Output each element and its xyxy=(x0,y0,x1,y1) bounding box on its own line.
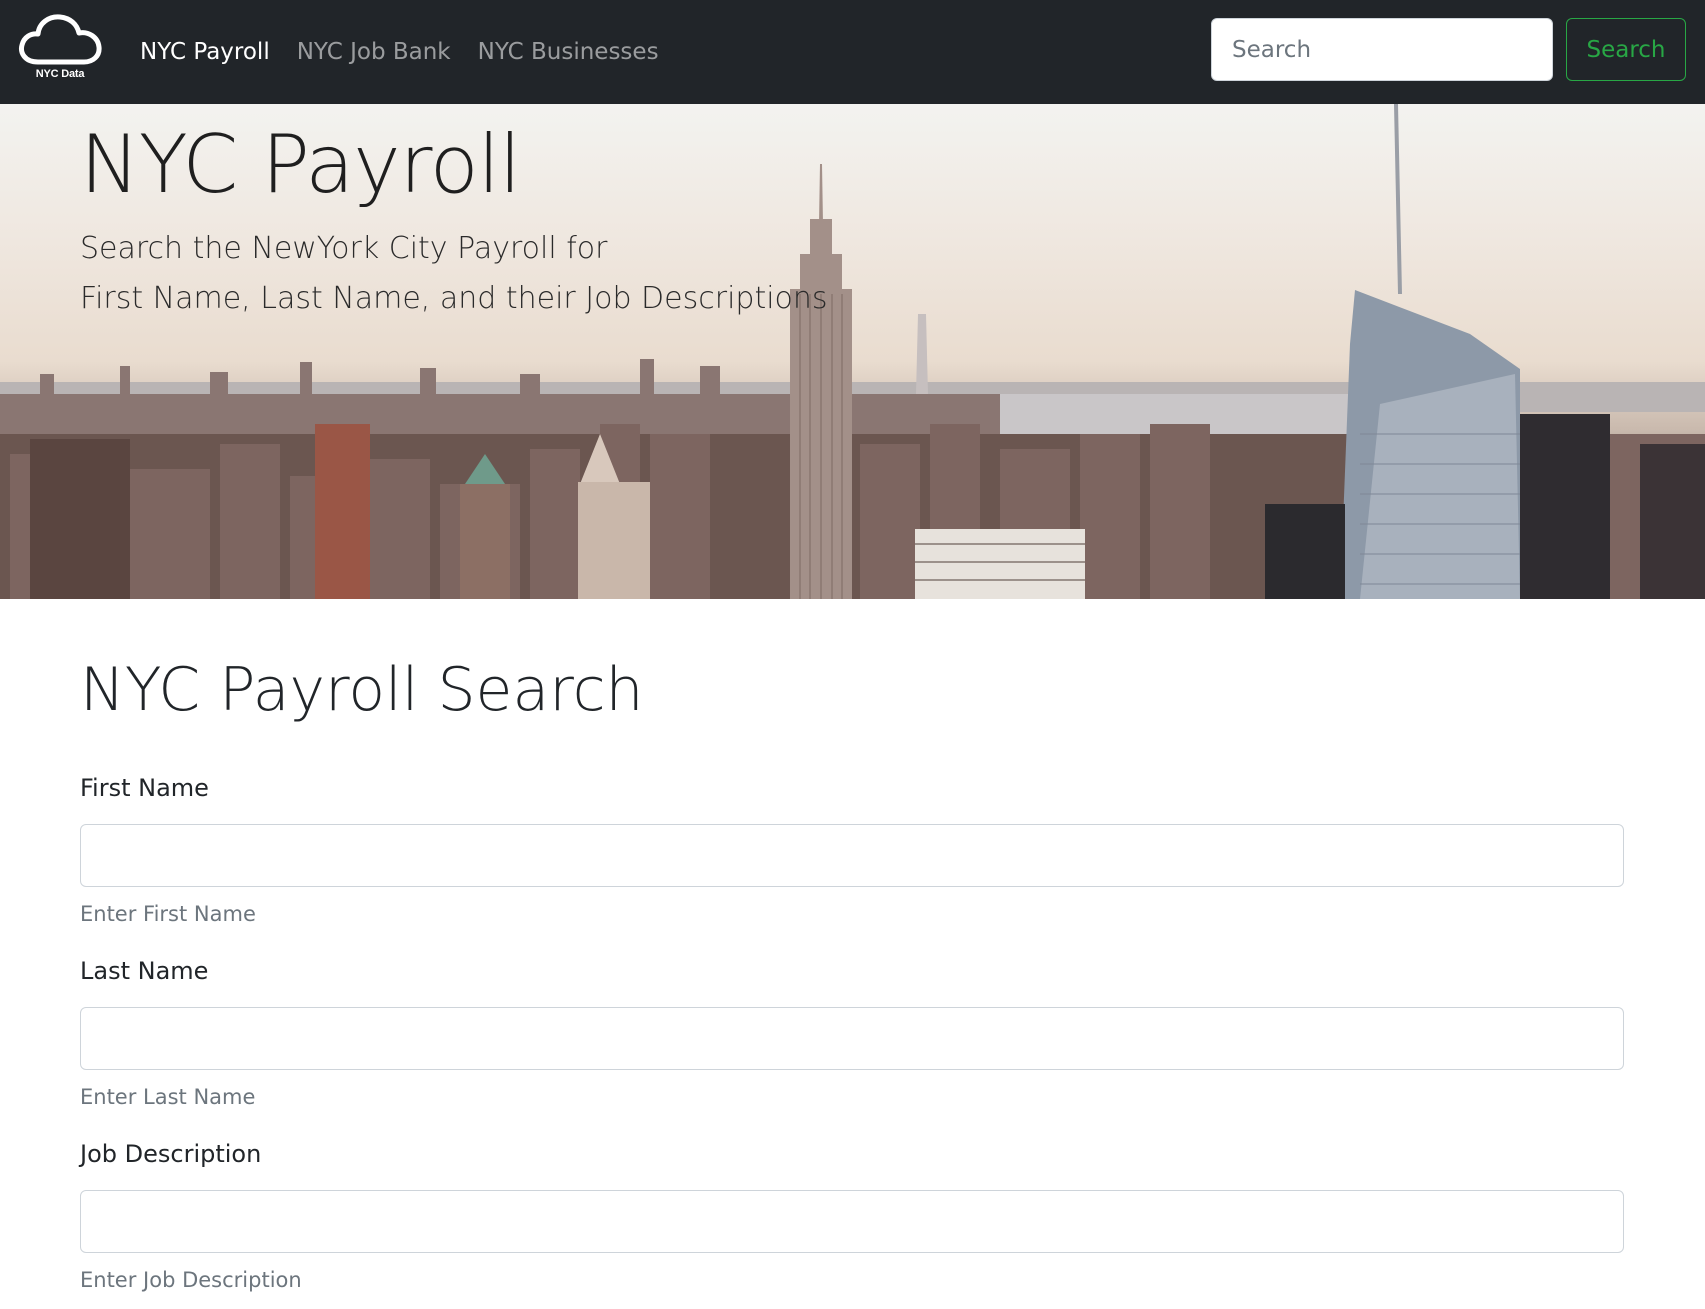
hero-title: NYC Payroll xyxy=(80,118,521,211)
first-name-input[interactable] xyxy=(80,824,1624,887)
nav-links: NYC Payroll NYC Job Bank NYC Businesses xyxy=(140,0,686,104)
job-description-group: Job Description Enter Job Description xyxy=(80,1136,1624,1295)
nav-search-input[interactable] xyxy=(1211,18,1553,81)
nav-link-nyc-job-bank[interactable]: NYC Job Bank xyxy=(297,39,451,65)
nav-link-nyc-payroll[interactable]: NYC Payroll xyxy=(140,39,270,65)
hero-banner: NYC Payroll Search the NewYork City Payr… xyxy=(0,104,1705,599)
cloud-icon xyxy=(19,14,102,65)
brand-logo[interactable]: NYC Data xyxy=(18,12,102,84)
navbar: NYC Data NYC Payroll NYC Job Bank NYC Bu… xyxy=(0,0,1705,104)
payroll-search-title: NYC Payroll Search xyxy=(80,655,644,725)
hero-subtitle-line-2: First Name, Last Name, and their Job Des… xyxy=(80,281,828,316)
hero-subtitle: Search the NewYork City Payroll for Firs… xyxy=(80,224,840,324)
last-name-help: Enter Last Name xyxy=(80,1085,256,1109)
first-name-label: First Name xyxy=(80,774,209,802)
last-name-label: Last Name xyxy=(80,957,209,985)
job-description-label: Job Description xyxy=(80,1140,262,1168)
first-name-help: Enter First Name xyxy=(80,902,256,926)
first-name-group: First Name Enter First Name xyxy=(80,770,1624,929)
job-description-help: Enter Job Description xyxy=(80,1268,302,1292)
hero-subtitle-line-1: Search the NewYork City Payroll for xyxy=(80,231,608,266)
nav-search-button[interactable]: Search xyxy=(1566,18,1686,81)
brand-text: NYC Data xyxy=(35,68,85,80)
nav-link-nyc-businesses[interactable]: NYC Businesses xyxy=(478,39,659,65)
last-name-group: Last Name Enter Last Name xyxy=(80,953,1624,1112)
last-name-input[interactable] xyxy=(80,1007,1624,1070)
job-description-input[interactable] xyxy=(80,1190,1624,1253)
